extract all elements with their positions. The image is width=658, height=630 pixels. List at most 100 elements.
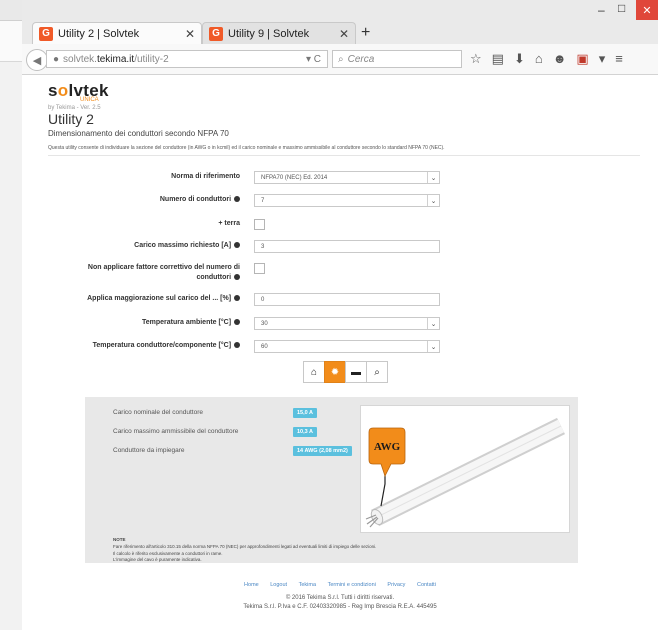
browser-navbar: ◀ ● solvtek. tekima.it/utility-2 ▾ C ⌕ Ce… <box>22 44 658 75</box>
numero-label: Numero di conduttori <box>160 195 240 205</box>
result-label: Carico nominale del conduttore <box>113 409 203 416</box>
info-icon[interactable] <box>234 295 240 302</box>
footer-link-contacts[interactable]: Contatti <box>417 582 436 588</box>
print-button[interactable]: ▬ <box>345 361 367 383</box>
web-page: solvtek UNICA by Tekima - Ver. 2.5 Utili… <box>22 75 658 630</box>
footer-copyright: © 2016 Tekima S.r.l. Tutti i diritti ris… <box>285 595 395 601</box>
info-icon[interactable] <box>234 242 240 249</box>
back-arrow-icon[interactable]: ◀ <box>26 49 48 71</box>
browser-toolbar-icons: ☆ ▤ ⬇ ⌂ ☻ ▣ ▾ ≡ <box>470 51 623 67</box>
browser-window: G Utility 2 | Solvtek ✕ G Utility 9 | So… <box>22 0 658 630</box>
temp-ambiente-value: 30 <box>261 320 268 327</box>
page-subtitle: Dimensionamento dei conduttori secondo N… <box>48 129 229 138</box>
temp-ambiente-label-text: Temperatura ambiente [°C] <box>142 319 232 326</box>
cable-image: AWG <box>360 405 570 533</box>
maggiorazione-input[interactable]: 0 <box>254 293 440 306</box>
note-title: NOTE <box>113 537 126 542</box>
footer-links: Home Logout Tekima Termini e condizioni … <box>22 582 658 588</box>
non-applicare-label-line2: conduttori <box>196 274 232 281</box>
carico-input[interactable]: 3 <box>254 240 440 253</box>
calculate-button[interactable]: ✹ <box>324 361 346 383</box>
temp-ambiente-select[interactable]: 30 ⌄ <box>254 317 440 330</box>
footer-link-logout[interactable]: Logout <box>270 582 287 588</box>
footer-link-home[interactable]: Home <box>244 582 259 588</box>
chevron-down-icon: ⌄ <box>427 195 439 206</box>
tab-utility-9[interactable]: G Utility 9 | Solvtek ✕ <box>202 22 356 44</box>
numero-value: 7 <box>261 197 265 204</box>
info-icon[interactable] <box>234 196 240 203</box>
maximize-icon[interactable]: □ <box>618 1 625 15</box>
tab-title: Utility 9 | Solvtek <box>228 27 310 40</box>
logo-letter-accent: o <box>57 81 69 100</box>
background-window-toolbar <box>0 21 22 62</box>
results-panel: Carico nominale del conduttore 15,0 A Ca… <box>85 397 578 563</box>
note-line: Il calcolo è riferito esclusivamente a c… <box>113 551 223 556</box>
printer-icon: ▬ <box>351 366 361 378</box>
terra-checkbox[interactable] <box>254 219 265 230</box>
info-icon[interactable] <box>234 274 240 281</box>
norma-select[interactable]: NFPA70 (NEC) Ed. 2014 ⌄ <box>254 171 440 184</box>
minimize-icon[interactable]: – <box>598 3 605 17</box>
cable-illustration: AWG <box>365 417 565 528</box>
norma-label: Norma di riferimento <box>171 173 240 180</box>
download-icon[interactable]: ⬇ <box>514 51 525 67</box>
temp-conduttore-label: Temperatura conduttore/componente [°C] <box>93 341 240 351</box>
reload-icon[interactable]: ▾ C <box>306 54 321 65</box>
numero-label-text: Numero di conduttori <box>159 196 232 203</box>
address-bar[interactable]: ● solvtek. tekima.it/utility-2 ▾ C <box>46 50 328 68</box>
norma-value: NFPA70 (NEC) Ed. 2014 <box>261 174 328 181</box>
tab-utility-2[interactable]: G Utility 2 | Solvtek ✕ <box>32 22 202 44</box>
result-label: Carico massimo ammissibile del conduttor… <box>113 428 239 435</box>
numero-select[interactable]: 7 ⌄ <box>254 194 440 207</box>
result-badge: 10,3 A <box>293 427 318 437</box>
solvtek-favicon-icon: G <box>39 26 53 41</box>
result-badge: 15,0 A <box>293 408 318 418</box>
maggiorazione-label: Applica maggiorazione sul carico del ...… <box>87 294 240 304</box>
tab-title: Utility 2 | Solvtek <box>58 27 140 40</box>
temp-conduttore-value: 60 <box>261 343 268 350</box>
tab-close-icon[interactable]: ✕ <box>339 27 349 41</box>
window-close-icon[interactable]: ✕ <box>636 0 658 20</box>
temp-conduttore-select[interactable]: 60 ⌄ <box>254 340 440 353</box>
extension-icon[interactable]: ▣ <box>576 51 588 67</box>
bookmark-star-icon[interactable]: ☆ <box>470 51 482 67</box>
footer-link-tekima[interactable]: Tekima <box>299 582 316 588</box>
search-placeholder: Cerca <box>347 53 375 65</box>
maggiorazione-label-text: Applica maggiorazione sul carico del ...… <box>87 295 232 302</box>
temp-conduttore-label-text: Temperatura conduttore/componente [°C] <box>92 342 232 349</box>
solvtek-favicon-icon: G <box>209 26 223 41</box>
new-tab-button[interactable]: + <box>361 24 370 42</box>
browser-titlebar: G Utility 2 | Solvtek ✕ G Utility 9 | So… <box>22 0 658 44</box>
reading-list-icon[interactable]: ▤ <box>492 51 504 67</box>
logo-letter: s <box>48 81 58 100</box>
awg-callout-label: AWG <box>374 441 401 453</box>
note-line: Fare riferimento all'articolo 310.15 del… <box>113 544 377 549</box>
info-icon[interactable] <box>234 319 240 326</box>
chat-icon[interactable]: ☻ <box>553 51 567 67</box>
tab-close-icon[interactable]: ✕ <box>185 27 195 41</box>
footer-link-privacy[interactable]: Privacy <box>387 582 405 588</box>
menu-icon[interactable]: ≡ <box>615 51 623 67</box>
home-icon[interactable]: ⌂ <box>535 51 543 67</box>
action-toolbar: ⌂ ✹ ▬ ⌕ <box>303 361 388 383</box>
info-icon[interactable] <box>234 342 240 349</box>
temp-ambiente-label: Temperatura ambiente [°C] <box>142 318 240 328</box>
footer-link-terms[interactable]: Termini e condizioni <box>328 582 376 588</box>
non-applicare-label-line1: Non applicare fattore correttivo del num… <box>87 264 240 271</box>
carico-label: Carico massimo richiesto [A] <box>134 241 240 251</box>
gear-icon: ✹ <box>330 366 340 378</box>
search-button[interactable]: ⌕ <box>366 361 388 383</box>
search-bar[interactable]: ⌕ Cerca <box>332 50 462 68</box>
non-applicare-label: Non applicare fattore correttivo del num… <box>88 263 240 283</box>
non-applicare-checkbox[interactable] <box>254 263 265 274</box>
footer-company: Tekima S.r.l. P.Iva e C.F. 02403320985 -… <box>243 604 437 610</box>
dropdown-icon[interactable]: ▾ <box>599 51 606 67</box>
background-window-strip <box>0 0 23 630</box>
home-button[interactable]: ⌂ <box>303 361 325 383</box>
divider <box>48 155 640 156</box>
search-icon: ⌕ <box>374 366 380 378</box>
chevron-down-icon: ⌄ <box>427 172 439 183</box>
url-path: /utility-2 <box>134 53 169 65</box>
terra-label: + terra <box>218 220 240 227</box>
solvtek-logo[interactable]: solvtek <box>48 81 109 101</box>
